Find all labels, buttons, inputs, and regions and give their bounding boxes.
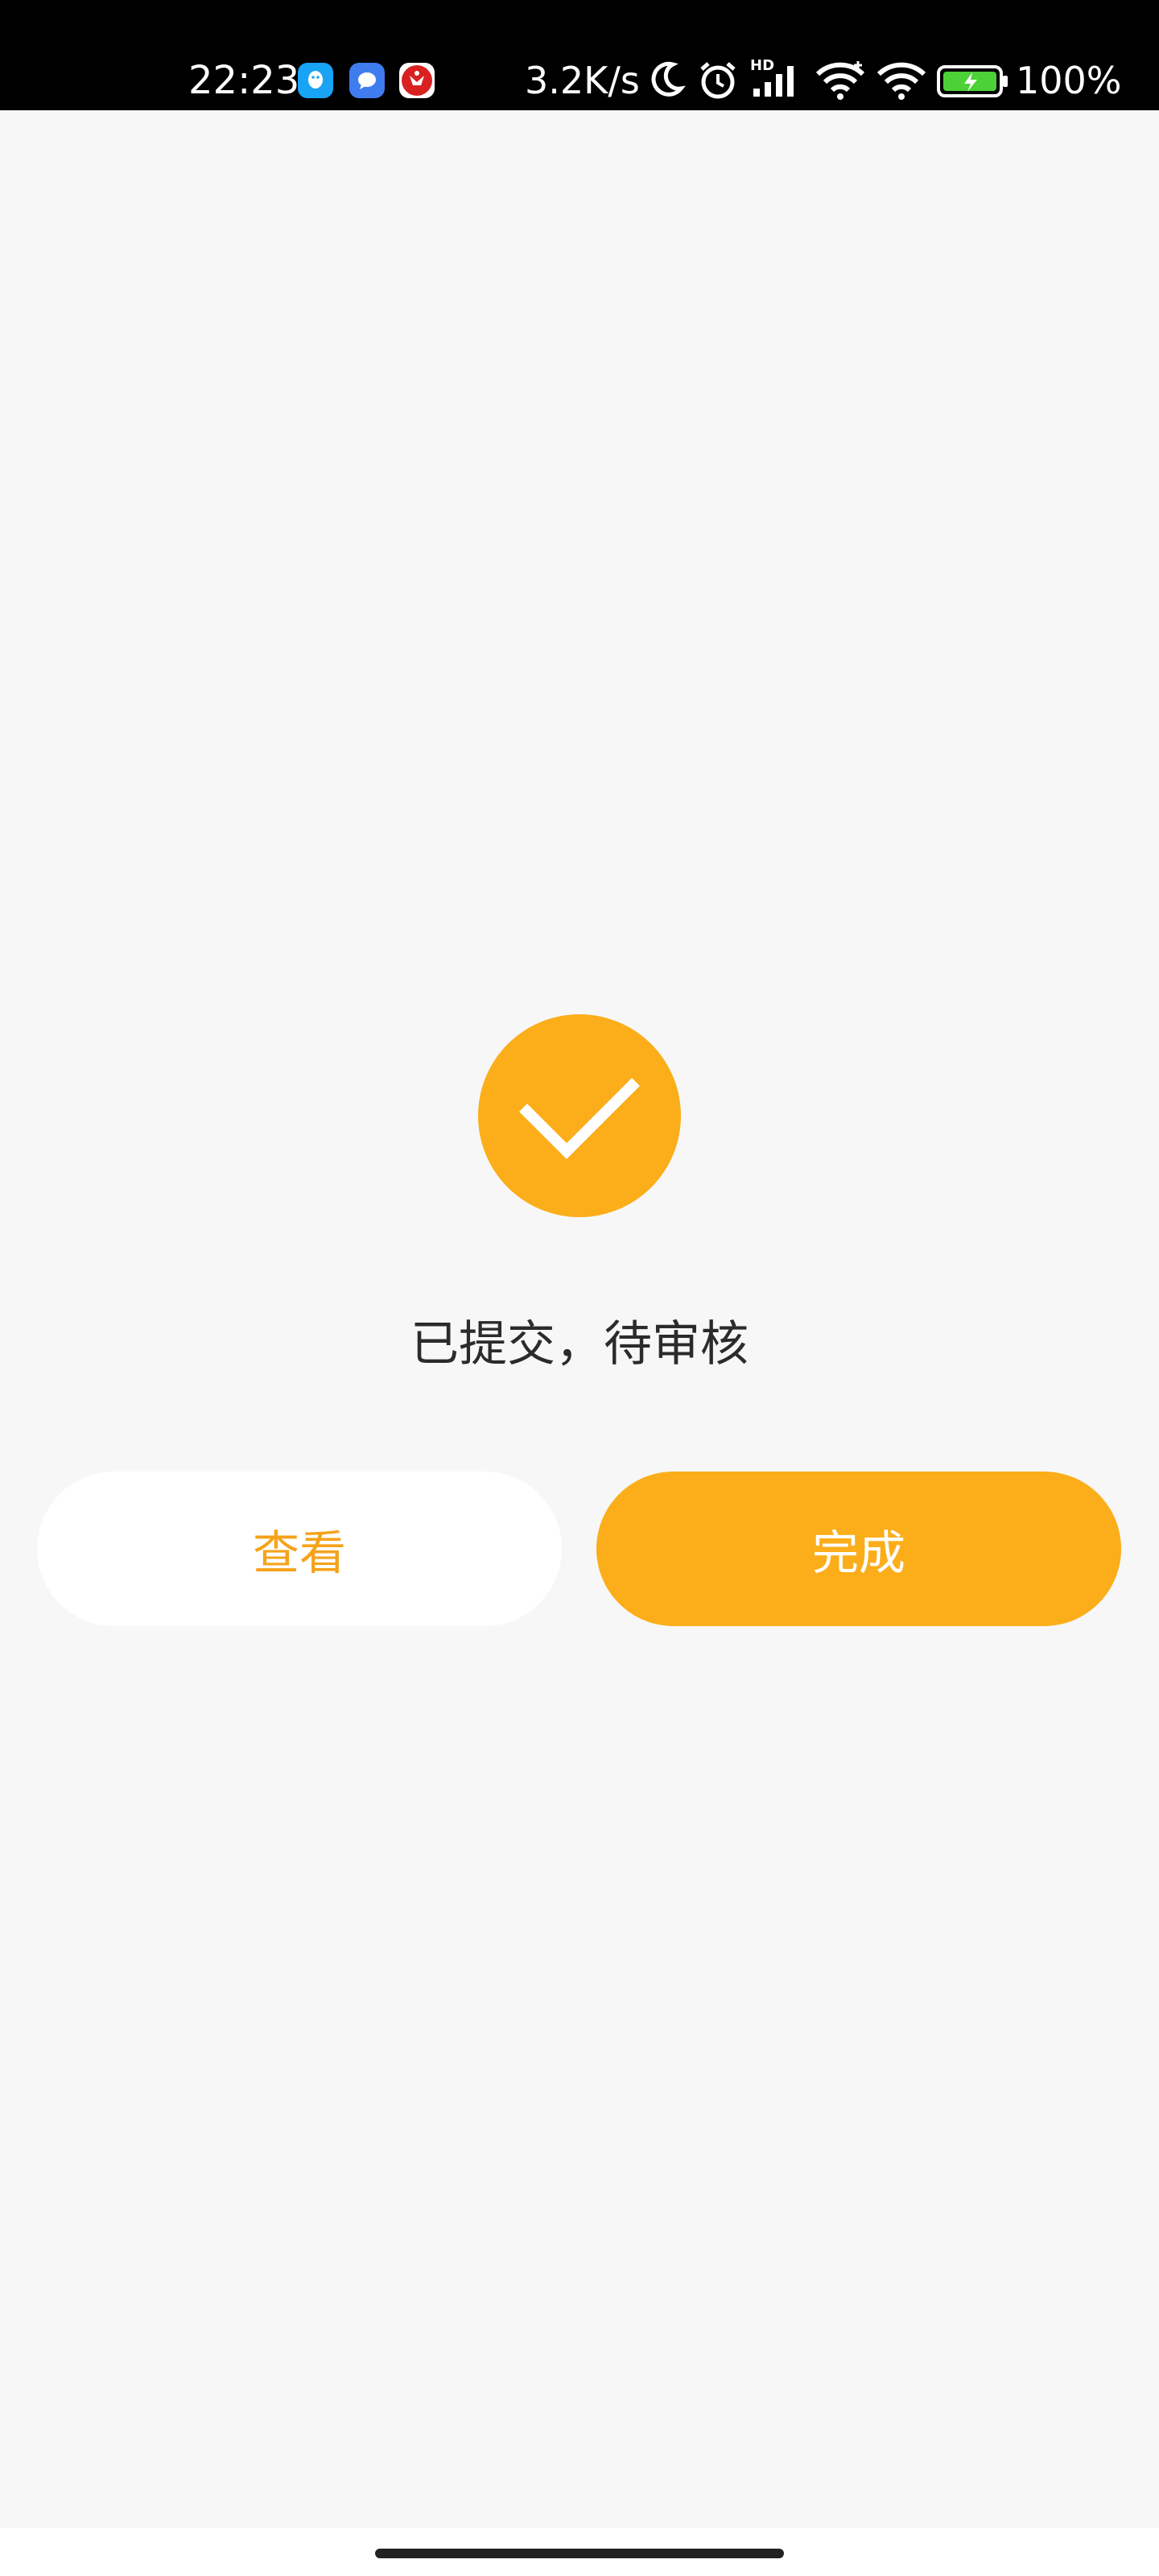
check-icon bbox=[519, 1078, 640, 1159]
network-speed: 3.2K/s bbox=[525, 59, 640, 102]
alarm-icon bbox=[700, 62, 736, 99]
done-button[interactable]: 完成 bbox=[596, 1472, 1121, 1626]
status-message: 已提交，待审核 bbox=[410, 1316, 749, 1373]
wifi-icon bbox=[876, 62, 926, 100]
battery-icon bbox=[937, 65, 1008, 97]
signal-icon bbox=[753, 66, 794, 97]
red-app-icon bbox=[399, 63, 435, 98]
status-time: 22:23 bbox=[188, 58, 300, 103]
home-indicator[interactable] bbox=[375, 2549, 784, 2558]
qq-icon bbox=[298, 63, 333, 98]
wifi-icon bbox=[815, 61, 865, 100]
moon-icon bbox=[651, 61, 686, 97]
submission-result-screen: 22:23 3.2K/s HD 100% 已提交，待审核 查看 完成 bbox=[0, 0, 1159, 2576]
status-bar: 22:23 3.2K/s HD 100% bbox=[0, 0, 1159, 110]
view-button[interactable]: 查看 bbox=[37, 1472, 562, 1626]
battery-percent: 100% bbox=[1016, 59, 1122, 102]
message-icon bbox=[349, 63, 385, 98]
success-badge bbox=[478, 1014, 681, 1217]
